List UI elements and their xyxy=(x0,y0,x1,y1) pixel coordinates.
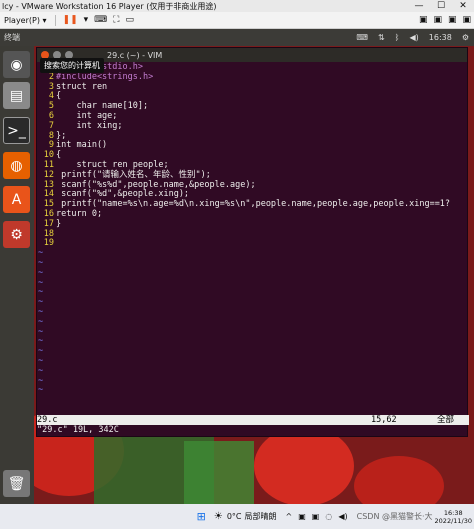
line-text: } xyxy=(56,218,62,229)
windows-taskbar: ⊞ ☀ 0°C 局部晴朗 ^ ▣ ▣ ◌ ◀) CSDN @黑猫警长·大 16:… xyxy=(0,504,474,529)
volume-icon[interactable]: ◀) xyxy=(409,33,418,42)
line-text: scanf("%s%d",people.name,&people.age); xyxy=(56,179,256,190)
firefox-icon[interactable]: ◍ xyxy=(3,152,30,179)
tray-chevron-icon[interactable]: ^ xyxy=(286,512,293,521)
player-menu[interactable]: Player(P) ▾ xyxy=(0,16,51,25)
line-text: int main() xyxy=(56,140,108,151)
weather-temp: 0°C xyxy=(226,512,242,521)
unity-icon[interactable]: ▭ xyxy=(125,15,134,25)
vim-line[interactable]: 17} xyxy=(37,218,467,230)
line-text: #include<strings.h> xyxy=(56,71,154,82)
terminal-window[interactable]: 29.c (~) - VIM 1#include<stdio.h>2#inclu… xyxy=(36,47,469,437)
tray-volume-icon[interactable]: ◀) xyxy=(338,512,347,521)
status-filename: 29.c xyxy=(37,415,58,425)
vim-empty-line: ~ xyxy=(38,287,44,298)
vim-empty-line: ~ xyxy=(38,326,44,337)
clock[interactable]: 16:38 xyxy=(429,33,452,42)
vmware-title-bar: lcy - VMware Workstation 16 Player (仅用于非… xyxy=(0,0,474,12)
vim-empty-line: ~ xyxy=(38,365,44,376)
files-icon[interactable]: ▤ xyxy=(3,82,30,109)
send-ctrl-alt-del-icon[interactable]: ⌨ xyxy=(94,15,107,25)
vm-device-icon[interactable]: ▣ xyxy=(419,15,428,25)
terminal-icon[interactable]: >_ xyxy=(3,117,30,144)
vm-device-icon-2[interactable]: ▣ xyxy=(433,15,442,25)
vim-empty-line: ~ xyxy=(38,336,44,347)
vim-buffer[interactable]: 1#include<stdio.h>2#include<strings.h>3s… xyxy=(37,62,467,396)
vim-line[interactable]: 3 struct ren xyxy=(37,81,467,93)
line-text: { xyxy=(56,150,62,161)
system-settings-icon[interactable]: ⚙ xyxy=(3,221,30,248)
taskbar-clock[interactable]: 16:38 2022/11/30 xyxy=(435,509,472,525)
network-icon[interactable]: ⇅ xyxy=(378,33,385,42)
fullscreen-icon[interactable]: ⛶ xyxy=(113,15,119,25)
line-text: }; xyxy=(56,130,67,141)
ubuntu-dash-icon[interactable]: ◉ xyxy=(3,51,30,78)
vim-message-line: "29.c" 19L, 342C xyxy=(37,425,119,435)
trash-icon[interactable]: 🗑 xyxy=(3,470,30,497)
vm-device-icon-4[interactable]: ▣ xyxy=(462,15,471,25)
vim-empty-line: ~ xyxy=(38,316,44,327)
vim-line[interactable]: 16 return 0; xyxy=(37,208,467,220)
line-text: char name[10]; xyxy=(56,101,149,112)
toolbar-divider xyxy=(54,14,56,26)
vim-empty-line: ~ xyxy=(38,277,44,288)
vim-line[interactable]: 7 int xing; xyxy=(37,120,467,132)
windows-start-icon[interactable]: ⊞ xyxy=(197,510,206,523)
settings-gear-icon[interactable]: ⚙ xyxy=(462,33,469,42)
vim-line[interactable]: 18 xyxy=(37,229,467,240)
line-text: int xing; xyxy=(56,120,123,131)
line-text: int age; xyxy=(56,110,118,121)
tray-icon[interactable]: ▣ xyxy=(298,512,306,521)
status-position: 15,62 xyxy=(371,415,397,425)
vim-empty-line: ~ xyxy=(38,375,44,386)
vm-device-icon-3[interactable]: ▣ xyxy=(448,15,457,25)
ubuntu-top-panel: 终端 ⌨ ⇅ ᛒ ◀) 16:38 ⚙ xyxy=(0,29,474,46)
line-text: return 0; xyxy=(56,208,103,219)
vim-line[interactable]: 9 int main() xyxy=(37,140,467,151)
ubuntu-launcher: ◉ ▤ >_ ◍ A ⚙ 🗑 xyxy=(0,46,34,504)
vmware-toolbar: Player(P) ▾ ❚❚ ▾ ⌨ ⛶ ▭ ▣ ▣ ▣ ▣ xyxy=(0,12,474,29)
line-text: struct ren people; xyxy=(56,159,169,170)
close-button[interactable]: ✕ xyxy=(452,1,474,11)
clock-date: 2022/11/30 xyxy=(434,516,472,525)
line-text: printf("name=%s\n.age=%d\n.xing=%s\n",pe… xyxy=(56,199,451,210)
tray-network-icon[interactable]: ◌ xyxy=(325,512,332,521)
vim-empty-line: ~ xyxy=(38,355,44,366)
vim-empty-line: ~ xyxy=(38,346,44,357)
weather-icon: ☀ xyxy=(213,511,223,522)
maximize-button[interactable]: ☐ xyxy=(430,1,452,11)
vim-empty-line: ~ xyxy=(38,306,44,317)
pause-icon[interactable]: ❚❚ xyxy=(63,15,78,25)
line-text: { xyxy=(56,91,62,102)
vim-empty-line: ~ xyxy=(38,385,44,396)
minimize-button[interactable]: — xyxy=(408,1,430,11)
vmware-window-title: lcy - VMware Workstation 16 Player (仅用于非… xyxy=(2,1,217,11)
line-text: struct ren xyxy=(56,81,108,92)
search-tooltip: 搜索您的计算机 xyxy=(40,58,104,73)
vim-empty-line: ~ xyxy=(38,297,44,308)
line-text: printf("请输入姓名、年龄、性别"); xyxy=(56,169,211,180)
tray-icon-2[interactable]: ▣ xyxy=(312,512,320,521)
watermark: CSDN @黑猫警长·大 xyxy=(356,512,433,521)
clock-time: 16:38 xyxy=(443,508,463,517)
weather-text: 局部晴朗 xyxy=(244,512,277,521)
terminal-title: 29.c (~) - VIM xyxy=(107,50,163,60)
vim-line[interactable]: 19 xyxy=(37,239,467,249)
active-app-name: 终端 xyxy=(4,33,20,42)
vim-empty-line: ~ xyxy=(38,248,44,259)
vim-empty-line: ~ xyxy=(38,267,44,278)
software-center-icon[interactable]: A xyxy=(3,186,30,213)
pause-dropdown-icon[interactable]: ▾ xyxy=(84,15,89,25)
keyboard-icon[interactable]: ⌨ xyxy=(356,33,368,42)
vim-empty-line: ~ xyxy=(38,257,44,268)
status-scroll: 全部 xyxy=(437,415,455,425)
bluetooth-icon[interactable]: ᛒ xyxy=(395,33,400,42)
line-text: scanf("%d",&people.xing); xyxy=(56,189,190,200)
vim-status-line: 29.c 15,62 全部 xyxy=(37,415,469,425)
